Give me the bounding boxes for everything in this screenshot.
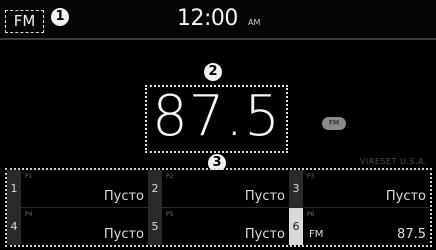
preset-button-3[interactable]: 3 P3 Пусто (289, 170, 430, 207)
preset-number: 3 (289, 170, 303, 207)
preset-value: Пусто (385, 189, 426, 204)
preset-button-6[interactable]: 6 P6 FM 87.5 (289, 208, 430, 245)
preset-value: Пусто (103, 227, 144, 242)
callout-marker-1: 1 (51, 8, 69, 26)
preset-number: 5 (148, 208, 162, 245)
preset-label: P3 (307, 173, 315, 180)
preset-button-1[interactable]: 1 P1 Пусто (7, 170, 148, 207)
preset-list: 1 P1 Пусто 2 P2 Пусто 3 P3 Пусто 4 P4 Пу… (5, 168, 432, 247)
preset-value: Пусто (103, 189, 144, 204)
preset-button-4[interactable]: 4 P4 Пусто (7, 208, 148, 245)
preset-label: P6 (307, 211, 315, 218)
top-bar-divider (0, 38, 436, 40)
preset-band: FM (309, 229, 324, 240)
clock-time: 12:00 (177, 6, 238, 31)
region-label: VIRESET U.S.A. (360, 157, 427, 166)
preset-value: 87.5 (397, 227, 426, 242)
band-button[interactable]: FM (5, 10, 44, 33)
preset-button-5[interactable]: 5 P5 Пусто (148, 208, 289, 245)
preset-number: 1 (7, 170, 21, 207)
preset-label: P1 (25, 173, 33, 180)
preset-label: P2 (166, 173, 174, 180)
preset-number: 4 (7, 208, 21, 245)
preset-number-active: 6 (289, 208, 303, 245)
frequency-display[interactable]: 87.5 (145, 80, 288, 154)
preset-label: P4 (25, 211, 33, 218)
preset-label: P5 (166, 211, 174, 218)
clock-ampm: AM (248, 18, 261, 27)
radio-screen: FM 1 12:00 AM 2 87.5 FM 3 VIRESET U.S.A.… (0, 0, 436, 250)
preset-value: Пусто (244, 227, 285, 242)
preset-button-2[interactable]: 2 P2 Пусто (148, 170, 289, 207)
band-badge: FM (322, 117, 346, 130)
preset-value: Пусто (244, 189, 285, 204)
callout-marker-2: 2 (204, 63, 222, 81)
preset-number: 2 (148, 170, 162, 207)
